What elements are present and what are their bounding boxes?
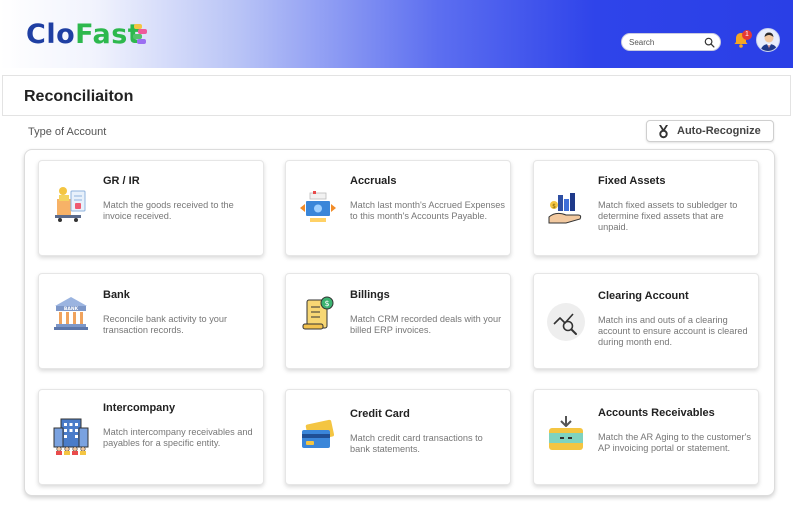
card-billings[interactable]: $ Billings Match CRM recorded deals with… (285, 273, 511, 369)
card-title: GR / IR (103, 175, 140, 187)
card-title: Billings (350, 289, 390, 301)
card-clearing-account[interactable]: Clearing Account Match ins and outs of a… (533, 273, 759, 369)
card-fixed-assets[interactable]: $ Fixed Assets Match fixed assets to sub… (533, 160, 759, 256)
auto-recognize-button[interactable]: Auto-Recognize (646, 120, 774, 142)
search-icon[interactable] (704, 37, 715, 48)
medal-icon (659, 125, 668, 139)
card-accounts-receivables[interactable]: Accounts Receivables Match the AR Aging … (533, 389, 759, 485)
card-title: Bank (103, 289, 130, 301)
card-description: Match the AR Aging to the customer's AP … (598, 432, 751, 454)
user-avatar[interactable] (756, 28, 780, 52)
app-header: CloFast 1 (0, 0, 793, 68)
logo-mark-icon (133, 24, 147, 44)
billing-scroll-icon: $ (302, 296, 334, 330)
card-bank[interactable]: BANK Bank Reconcile bank activity to you… (38, 273, 264, 369)
svg-text:$: $ (324, 299, 329, 308)
logo-text-clo: Clo (26, 19, 76, 50)
card-description: Match ins and outs of a clearing account… (598, 315, 748, 348)
svg-text:$: $ (552, 203, 556, 210)
wallet-download-icon (549, 416, 583, 450)
money-transfer-icon (300, 191, 336, 222)
card-description: Match intercompany receivables and payab… (103, 427, 253, 449)
goods-receipt-icon (55, 187, 86, 222)
card-description: Reconcile bank activity to your transact… (103, 314, 228, 336)
card-credit-card[interactable]: Credit Card Match credit card transactio… (285, 389, 511, 485)
section-label: Type of Account (28, 126, 107, 138)
card-description: Match credit card transactions to bank s… (350, 433, 483, 455)
card-title: Accounts Receivables (598, 407, 715, 419)
card-title: Intercompany (103, 402, 176, 414)
assets-hand-icon: $ (548, 193, 582, 224)
office-building-icon (53, 418, 89, 455)
card-gr-ir[interactable]: GR / IR Match the goods received to the … (38, 160, 264, 256)
card-intercompany[interactable]: Intercompany Match intercompany receivab… (38, 389, 264, 485)
notification-badge: 1 (742, 30, 752, 40)
search-box[interactable] (621, 33, 721, 51)
auto-recognize-label: Auto-Recognize (677, 125, 761, 137)
card-title: Fixed Assets (598, 175, 666, 187)
page-title: Reconciliaiton (24, 88, 134, 105)
card-title: Credit Card (350, 408, 410, 420)
card-accruals[interactable]: Accruals Match last month's Accrued Expe… (285, 160, 511, 256)
card-description: Match CRM recorded deals with your bille… (350, 314, 502, 336)
app-logo[interactable]: CloFast (26, 19, 141, 50)
card-title: Accruals (350, 175, 397, 187)
card-description: Match the goods received to the invoice … (103, 200, 234, 222)
magnify-chart-icon (547, 303, 585, 341)
user-avatar-icon (760, 32, 778, 51)
svg-text:BANK: BANK (64, 306, 79, 312)
page-header: Reconciliaiton (2, 75, 791, 116)
search-input[interactable] (629, 36, 704, 49)
bank-icon: BANK (54, 297, 88, 330)
card-title: Clearing Account (598, 290, 689, 302)
card-description: Match fixed assets to subledger to deter… (598, 200, 738, 233)
credit-card-icon (302, 419, 335, 448)
card-description: Match last month's Accrued Expenses to t… (350, 200, 505, 222)
